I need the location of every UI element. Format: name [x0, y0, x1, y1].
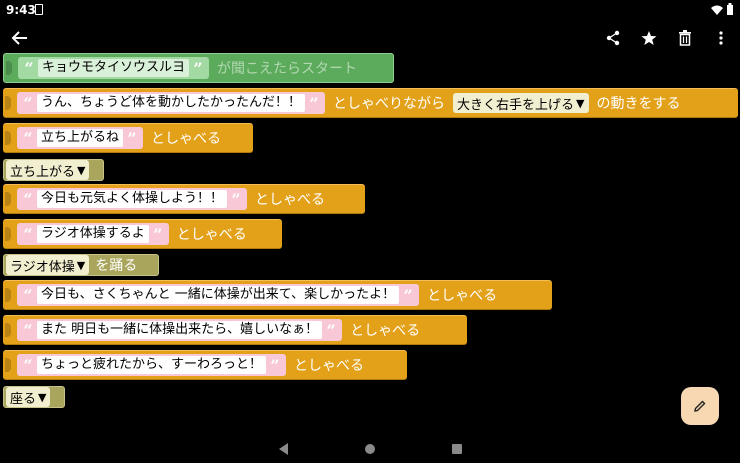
back-arrow-icon[interactable] [10, 28, 30, 48]
status-time: 9:43 [6, 3, 36, 17]
speech-string-field[interactable]: “立ち上がるね” [17, 127, 144, 149]
speak-block[interactable]: “ちょっと疲れたから、すーわろっと！” としゃべる [3, 350, 407, 380]
speech-string-field[interactable]: “また 明日も一緒に体操出来たら、嬉しいなぁ！” [17, 319, 343, 341]
dropdown-arrow-icon: ▼ [76, 258, 86, 272]
block-label: としゃべる [176, 227, 247, 243]
share-icon[interactable] [602, 27, 624, 49]
block-label: の動きをする [596, 96, 681, 112]
block-label: を踊る [95, 258, 138, 274]
nav-recents-icon[interactable] [452, 444, 462, 454]
speech-string-field[interactable]: “今日も、さくちゃんと 一緒に体操が出来て、楽しかったよ！” [17, 284, 420, 306]
status-bar: 9:43 [0, 0, 740, 20]
speak-move-block[interactable]: “うん、ちょうど体を動かしたかったんだ！！” としゃべりながら 大きく右手を上げ… [3, 88, 738, 118]
dance-dropdown[interactable]: ラジオ体操 ▼ [6, 255, 90, 275]
more-vert-icon[interactable] [710, 27, 732, 49]
battery-icon [727, 3, 733, 15]
block-label: としゃべる [350, 323, 421, 339]
hat-block[interactable]: “キョウモタイソウスルヨ” が聞こえたらスタート [3, 53, 394, 83]
block-label: としゃべる [294, 358, 365, 374]
motion-block[interactable]: 立ち上がる ▼ [3, 159, 104, 181]
block-label: としゃべる [151, 131, 222, 147]
pencil-icon [694, 400, 706, 412]
speak-block[interactable]: “今日も元気よく体操しよう！！” としゃべる [3, 184, 365, 214]
status-icons [710, 3, 735, 18]
motion-block[interactable]: 座る ▼ [3, 386, 65, 408]
speech-string-field[interactable]: “ラジオ体操するよ” [17, 223, 169, 245]
dropdown-arrow-icon: ▼ [77, 163, 86, 177]
speak-block[interactable]: “また 明日も一緒に体操出来たら、嬉しいなぁ！” としゃべる [3, 315, 467, 345]
speech-string-field[interactable]: “うん、ちょうど体を動かしたかったんだ！！” [17, 92, 326, 114]
block-notch [6, 61, 12, 75]
star-icon[interactable] [638, 27, 660, 49]
trash-icon[interactable] [674, 27, 696, 49]
motion-dropdown[interactable]: 立ち上がる ▼ [6, 160, 90, 180]
motion-dropdown[interactable]: 座る ▼ [6, 387, 51, 407]
hat-string-field[interactable]: “キョウモタイソウスルヨ” [18, 57, 210, 79]
nav-home-icon[interactable] [365, 444, 375, 454]
speak-block[interactable]: “今日も、さくちゃんと 一緒に体操が出来て、楽しかったよ！” としゃべる [3, 280, 552, 310]
motion-dropdown[interactable]: 大きく右手を上げる ▼ [453, 93, 589, 113]
block-label: としゃべりながら [333, 96, 446, 112]
nav-back-icon[interactable] [279, 443, 289, 455]
dance-block[interactable]: ラジオ体操 ▼ を踊る [3, 254, 159, 276]
speak-block[interactable]: “ラジオ体操するよ” としゃべる [3, 219, 282, 249]
speech-string-field[interactable]: “ちょっと疲れたから、すーわろっと！” [17, 354, 287, 376]
edit-fab-button[interactable] [681, 387, 719, 425]
dropdown-arrow-icon: ▼ [576, 96, 585, 110]
app-bar-actions [602, 27, 732, 49]
block-label: としゃべる [255, 192, 326, 208]
wifi-icon [710, 5, 723, 15]
hat-label: が聞こえたらスタート [217, 61, 358, 77]
sim-icon [35, 4, 43, 15]
system-nav-bar [0, 438, 740, 463]
speak-block[interactable]: “立ち上がるね” としゃべる [3, 123, 253, 153]
speech-string-field[interactable]: “今日も元気よく体操しよう！！” [17, 188, 248, 210]
dropdown-arrow-icon: ▼ [38, 390, 47, 404]
block-label: としゃべる [427, 288, 498, 304]
